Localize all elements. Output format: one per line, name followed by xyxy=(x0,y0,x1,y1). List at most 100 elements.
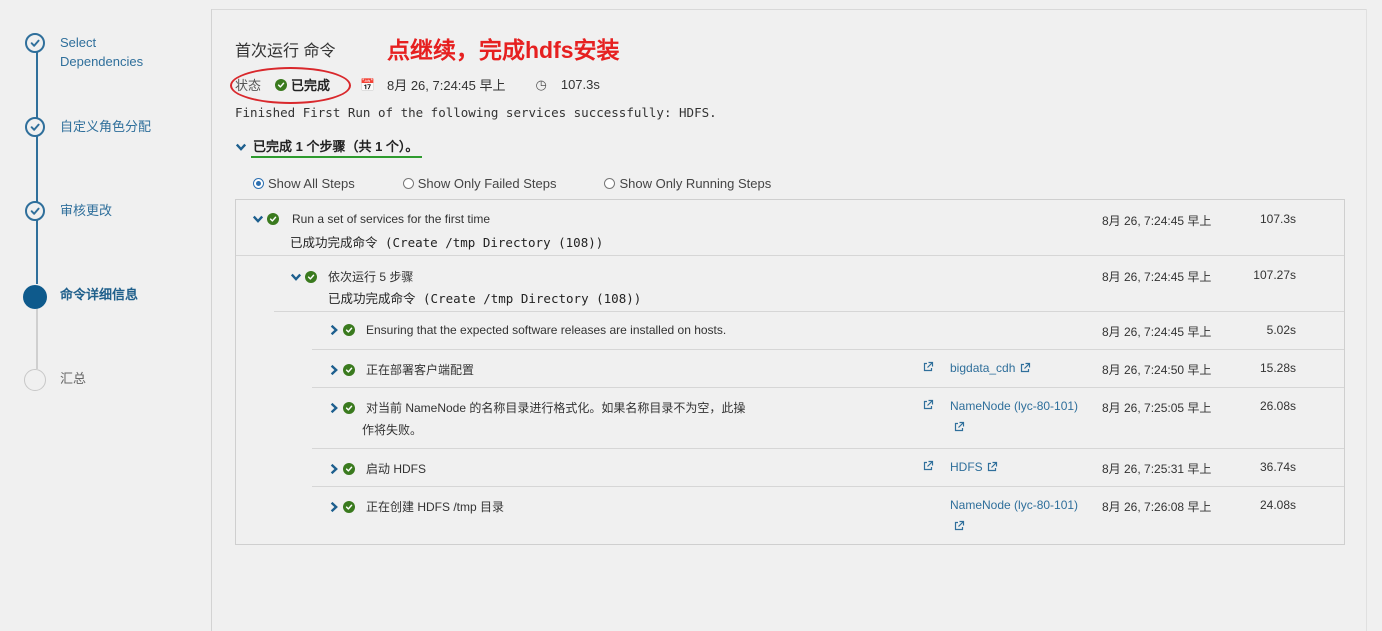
status-label: 状态 xyxy=(235,78,262,93)
step-duration: 15.28s xyxy=(1259,361,1296,375)
wizard-step-command-details[interactable]: 命令详细信息 xyxy=(23,285,139,309)
step-label: Select xyxy=(60,35,97,50)
step-subtitle: 已成功完成命令 (Create /tmp Directory (108)) xyxy=(328,291,642,306)
external-link-icon[interactable] xyxy=(953,520,965,532)
table-row: Run a set of services for the first time… xyxy=(236,200,1344,256)
table-row: 对当前 NameNode 的名称目录进行格式化。如果名称目录不为空，此操 作将失… xyxy=(312,388,1344,449)
step-time: 8月 26, 7:26:08 早上 xyxy=(1102,500,1212,514)
clock-icon: ◷ xyxy=(535,76,547,92)
success-check-icon xyxy=(267,213,279,225)
chevron-right-icon[interactable] xyxy=(328,501,340,513)
step-label: 审核更改 xyxy=(60,203,113,218)
steps-table: Run a set of services for the first time… xyxy=(235,199,1345,545)
success-check-icon xyxy=(275,78,288,91)
filter-label: Show Only Failed Steps xyxy=(417,176,557,191)
table-row: 正在部署客户端配置 bigdata_cdh 8月 26, 7:24:50 早上 … xyxy=(312,350,1344,388)
open-log-icon[interactable] xyxy=(922,399,934,411)
step-duration: 24.08s xyxy=(1259,498,1296,512)
calendar-icon: 📅 xyxy=(360,77,375,92)
command-status-row: 状态 已完成 📅 8月 26, 7:24:45 早上 ◷ 107.3s xyxy=(235,75,600,94)
wizard-step-role-assignment[interactable]: 自定义角色分配 xyxy=(25,117,151,137)
step-duration: 36.74s xyxy=(1259,460,1296,474)
table-row: 依次运行 5 步骤 已成功完成命令 (Create /tmp Directory… xyxy=(274,256,1344,312)
step-duration: 107.27s xyxy=(1253,268,1296,282)
step-title: 正在部署客户端配置 xyxy=(366,363,475,377)
step-time: 8月 26, 7:25:31 早上 xyxy=(1102,462,1212,476)
filter-all-steps[interactable]: Show All Steps xyxy=(253,176,355,191)
chevron-down-icon xyxy=(235,141,247,153)
step-done-check-icon xyxy=(25,117,45,137)
step-label: 汇总 xyxy=(60,371,87,386)
wizard-step-review-changes[interactable]: 审核更改 xyxy=(25,201,112,221)
step-title: 正在创建 HDFS /tmp 目录 xyxy=(366,500,505,514)
step-subtitle: 已成功完成命令 (Create /tmp Directory (108)) xyxy=(290,235,604,250)
filter-failed-steps[interactable]: Show Only Failed Steps xyxy=(402,176,557,191)
command-details-panel: 首次运行 命令 点继续，完成hdfs安装 状态 已完成 📅 8月 26, 7:2… xyxy=(212,9,1367,631)
radio[interactable] xyxy=(402,178,414,189)
table-row: 启动 HDFS HDFS 8月 26, 7:25:31 早上 36.74s xyxy=(312,449,1344,487)
target-link[interactable]: bigdata_cdh xyxy=(950,361,1031,375)
step-duration: 5.02s xyxy=(1266,323,1296,337)
table-row: Ensuring that the expected software rele… xyxy=(312,312,1344,350)
filter-running-steps[interactable]: Show Only Running Steps xyxy=(604,176,771,191)
step-done-check-icon xyxy=(25,201,45,221)
success-check-icon xyxy=(343,363,355,376)
step-duration: 107.3s xyxy=(1259,212,1296,226)
radio[interactable] xyxy=(604,178,616,189)
chevron-right-icon[interactable] xyxy=(328,364,340,376)
wizard-step-select-dependencies[interactable]: Select Dependencies xyxy=(25,33,143,71)
open-log-icon[interactable] xyxy=(922,361,934,373)
table-row: 正在创建 HDFS /tmp 目录 NameNode (lyc-80-101) … xyxy=(312,487,1344,544)
step-current-icon xyxy=(23,285,47,309)
annotation-text: 点继续，完成hdfs安装 xyxy=(387,37,620,63)
chevron-right-icon[interactable] xyxy=(328,402,340,414)
step-duration: 26.08s xyxy=(1259,399,1296,413)
chevron-down-icon[interactable] xyxy=(290,271,302,283)
chevron-down-icon[interactable] xyxy=(252,213,264,225)
step-time: 8月 26, 7:25:05 早上 xyxy=(1102,401,1212,415)
progress-rail xyxy=(36,44,38,284)
step-time: 8月 26, 7:24:45 早上 xyxy=(1102,270,1212,284)
command-duration: 107.3s xyxy=(560,77,600,92)
page-title: 首次运行 命令 xyxy=(235,43,336,60)
vertical-scrollbar[interactable] xyxy=(1366,9,1382,631)
step-title: 对当前 NameNode 的名称目录进行格式化。如果名称目录不为空，此操 xyxy=(366,401,746,415)
status-badge: 已完成 xyxy=(291,78,331,93)
chevron-right-icon[interactable] xyxy=(328,463,340,475)
step-label: 自定义角色分配 xyxy=(60,119,152,134)
step-title: 启动 HDFS xyxy=(366,462,427,476)
success-check-icon xyxy=(343,500,355,513)
success-check-icon xyxy=(305,270,317,283)
steps-summary-toggle[interactable]: 已完成 1 个步骤（共 1 个）。 xyxy=(235,136,423,158)
success-check-icon xyxy=(343,462,355,475)
step-done-check-icon xyxy=(25,33,45,53)
success-check-icon xyxy=(343,401,355,414)
step-title-line2: 作将失败。 xyxy=(362,423,423,437)
step-label-line2: Dependencies xyxy=(60,54,144,69)
target-link[interactable]: NameNode (lyc-80-101) xyxy=(950,399,1078,413)
target-link[interactable]: NameNode (lyc-80-101) xyxy=(950,498,1078,512)
step-filter-group: Show All Steps Show Only Failed Steps Sh… xyxy=(253,176,819,191)
radio-selected[interactable] xyxy=(253,178,264,189)
step-title: Ensuring that the expected software rele… xyxy=(366,323,727,337)
filter-label: Show All Steps xyxy=(268,176,355,191)
success-check-icon xyxy=(343,324,355,336)
step-title: 依次运行 5 步骤 xyxy=(328,270,414,284)
progress-rail-pending xyxy=(36,307,38,369)
wizard-sidebar: Select Dependencies 自定义角色分配 审核更改 命令详细信息 汇… xyxy=(0,9,212,631)
command-result-message: Finished First Run of the following serv… xyxy=(235,105,717,120)
wizard-step-summary: 汇总 xyxy=(24,369,87,391)
open-log-icon[interactable] xyxy=(922,460,934,472)
step-time: 8月 26, 7:24:45 早上 xyxy=(1102,325,1212,339)
external-link-icon xyxy=(1019,362,1031,374)
step-time: 8月 26, 7:24:50 早上 xyxy=(1102,363,1212,377)
step-pending-icon xyxy=(24,369,46,391)
chevron-right-icon[interactable] xyxy=(328,324,340,336)
step-label: 命令详细信息 xyxy=(60,287,139,302)
target-link[interactable]: HDFS xyxy=(950,460,998,474)
command-timestamp: 8月 26, 7:24:45 早上 xyxy=(386,78,506,93)
step-title: Run a set of services for the first time xyxy=(292,212,491,226)
external-link-icon[interactable] xyxy=(953,421,965,433)
steps-summary-text: 已完成 1 个步骤（共 1 个）。 xyxy=(251,136,423,158)
filter-label: Show Only Running Steps xyxy=(619,176,772,191)
